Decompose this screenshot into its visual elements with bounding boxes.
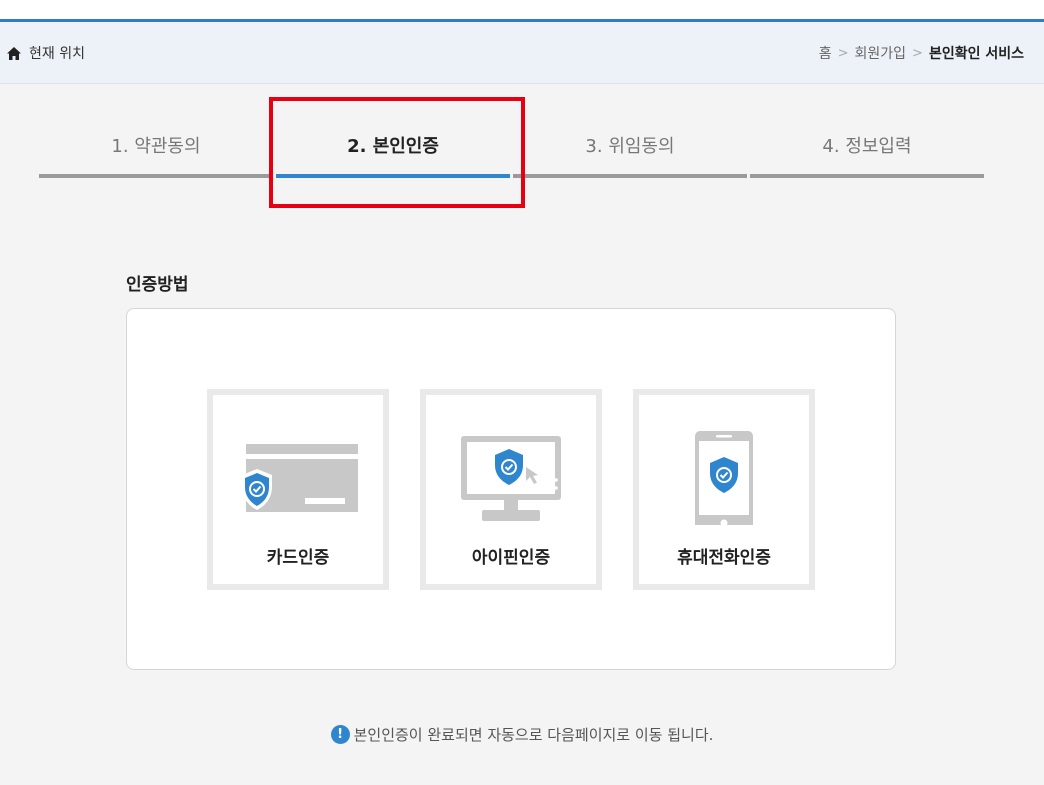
current-location: 현재 위치 — [7, 43, 85, 63]
notice-text: 본인인증이 완료되면 자동으로 다음페이지로 이동 됩니다. — [353, 726, 714, 744]
monitor-shield-icon — [461, 436, 561, 521]
breadcrumb-current: 본인확인 서비스 — [928, 46, 1024, 62]
location-bar: 현재 위치 홈 > 회원가입 > 본인확인 서비스 — [0, 22, 1044, 84]
step-bar — [750, 174, 984, 178]
step-label: 4. 정보입력 — [822, 136, 912, 157]
breadcrumb-signup[interactable]: 회원가입 — [855, 43, 907, 63]
step-bar — [39, 174, 273, 178]
method-label: 카드인증 — [266, 548, 330, 568]
breadcrumb-separator: > — [837, 45, 849, 61]
method-label: 아이핀인증 — [471, 548, 551, 568]
step-delegation-agreement: 3. 위임동의 — [513, 120, 747, 180]
section-title: 인증방법 — [126, 275, 189, 295]
top-white-strip — [0, 0, 1044, 19]
step-label: 3. 위임동의 — [585, 136, 675, 157]
info-icon: ! — [330, 725, 350, 744]
phone-auth-button[interactable]: 휴대전화인증 — [633, 389, 815, 590]
step-terms-agreement: 1. 약관동의 — [39, 120, 273, 180]
breadcrumb: 홈 > 회원가입 > 본인확인 서비스 — [819, 43, 1024, 63]
phone-shield-icon — [695, 431, 753, 525]
method-label: 휴대전화인증 — [677, 548, 771, 568]
auto-redirect-notice: ! 본인인증이 완료되면 자동으로 다음페이지로 이동 됩니다. — [0, 724, 1044, 745]
location-label: 현재 위치 — [29, 46, 85, 62]
step-info-input: 4. 정보입력 — [750, 120, 984, 180]
card-shield-icon — [242, 444, 358, 512]
active-step-highlight — [269, 97, 525, 208]
auth-methods-panel: 카드인증 아이핀인증 휴대전화인증 — [126, 308, 896, 670]
breadcrumb-separator: > — [912, 45, 923, 61]
step-label: 1. 약관동의 — [111, 136, 201, 157]
home-icon — [7, 46, 21, 60]
card-auth-button[interactable]: 카드인증 — [207, 389, 389, 590]
breadcrumb-home[interactable]: 홈 — [819, 43, 832, 63]
step-bar — [513, 174, 747, 178]
ipin-auth-button[interactable]: 아이핀인증 — [420, 389, 602, 590]
